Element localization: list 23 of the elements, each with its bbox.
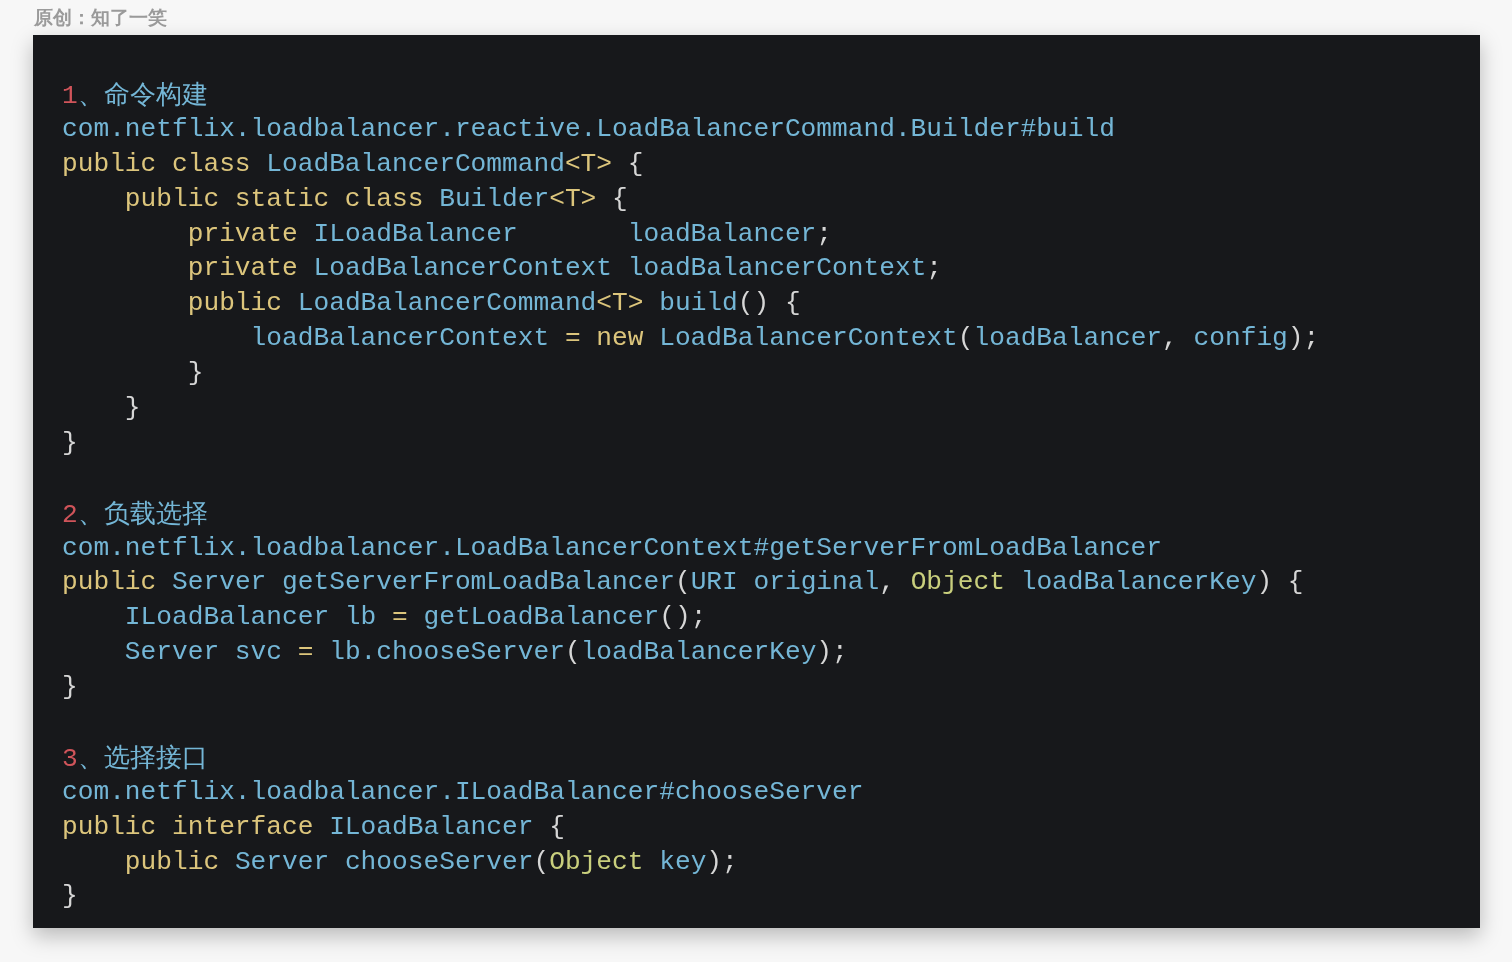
code-line: public Server getServerFromLoadBalancer(URI original, Object loadBalancerKey) {	[62, 566, 1304, 600]
section-heading: 1、命令构建	[62, 78, 208, 113]
code-line: public interface ILoadBalancer {	[62, 810, 565, 844]
code-line: Server svc = lb.chooseServer(loadBalancerKey);	[123, 636, 848, 670]
code-line: com.netflix.loadbalancer.LoadBalancerContext#getServerFromLoadBalancer	[62, 531, 1163, 565]
code-line: private LoadBalancerContext loadBalancerContext;	[186, 252, 943, 286]
code-line: }	[62, 880, 78, 914]
author-caption: 原创：知了一笑	[34, 4, 167, 30]
code-line: com.netflix.loadbalancer.ILoadBalancer#chooseServer	[62, 775, 864, 809]
code-line: com.netflix.loadbalancer.reactive.LoadBalancerCommand.Builder#build	[62, 112, 1115, 146]
code-line: ILoadBalancer lb = getLoadBalancer();	[123, 601, 707, 635]
section-heading: 2、负载选择	[62, 496, 208, 532]
code-line: private ILoadBalancer loadBalancer;	[186, 217, 833, 251]
code-line: }	[186, 357, 204, 391]
code-line: }	[62, 426, 78, 460]
section-heading: 3、选择接口	[62, 740, 208, 776]
code-line: }	[62, 671, 78, 705]
code-line: public Server chooseServer(Object key);	[123, 845, 738, 879]
code-line: public static class Builder<T> {	[123, 182, 628, 216]
code-line: }	[123, 392, 141, 425]
code-line: public LoadBalancerCommand<T> build() {	[186, 287, 801, 321]
code-line: loadBalancerContext = new LoadBalancerContext(loadBalancer, config);	[249, 322, 1320, 356]
code-line: public class LoadBalancerCommand<T> {	[62, 147, 644, 181]
